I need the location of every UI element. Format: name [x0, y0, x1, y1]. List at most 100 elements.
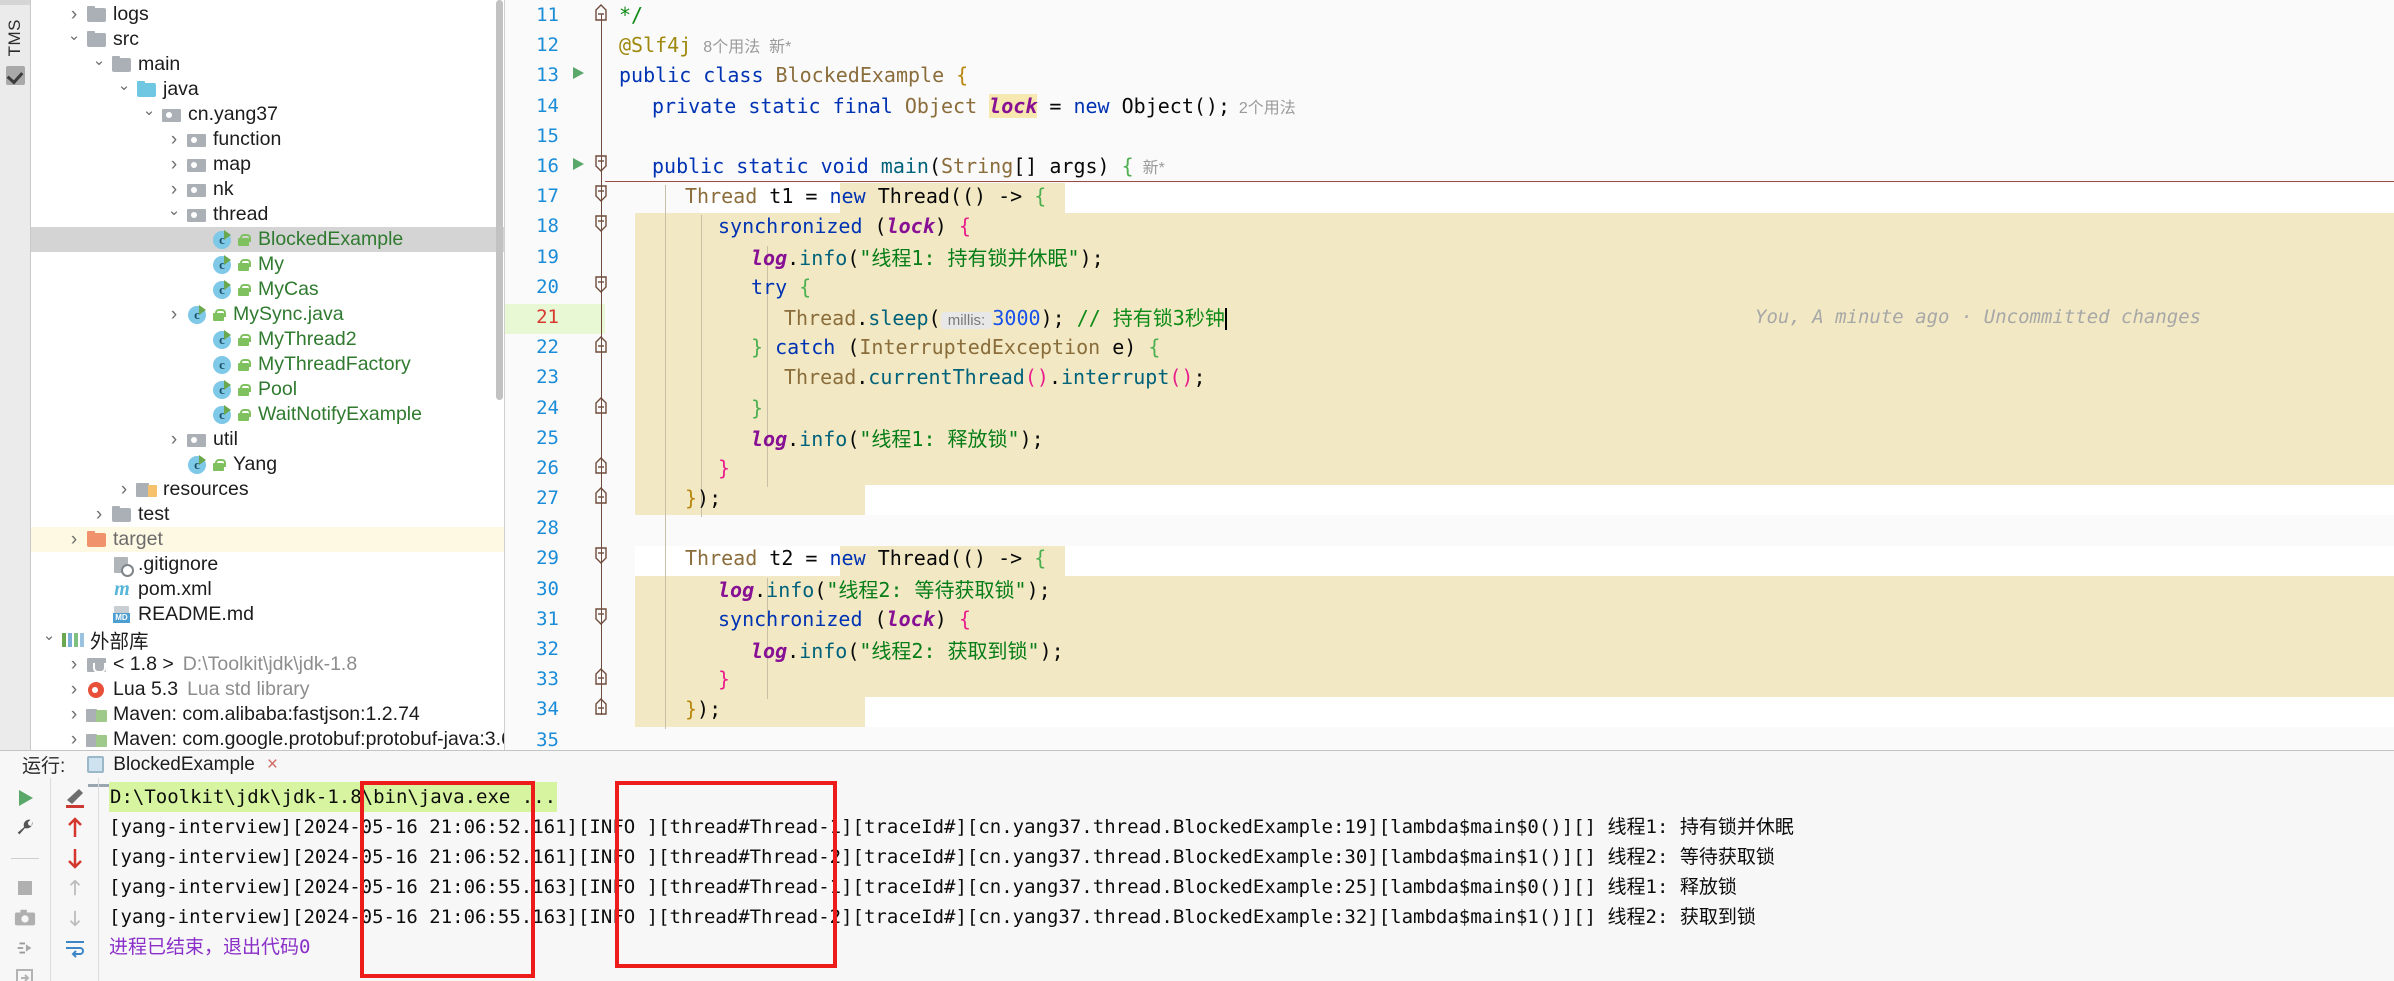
- wrench-icon[interactable]: [8, 813, 42, 843]
- chevron-down-icon[interactable]: [39, 632, 59, 647]
- code-token: {: [799, 274, 812, 299]
- tree-item-thread[interactable]: thread: [31, 202, 504, 227]
- tree-item--[interactable]: 外部库: [31, 627, 504, 653]
- thread-dump-icon[interactable]: [8, 933, 42, 963]
- run-toolbar-right[interactable]: [50, 778, 98, 981]
- tree-item-pool[interactable]: Pool: [31, 377, 504, 402]
- rerun-icon[interactable]: [8, 783, 42, 813]
- tree-item-test[interactable]: test: [31, 502, 504, 527]
- code-token: new: [1073, 93, 1122, 118]
- code-line-15[interactable]: 15: [505, 121, 2394, 151]
- code-token: log: [751, 246, 788, 271]
- checkbox-icon[interactable]: [5, 66, 25, 86]
- code-token: 3000: [992, 306, 1041, 331]
- chevron-right-icon[interactable]: [114, 480, 134, 499]
- line-number: 24: [536, 396, 559, 419]
- chevron-right-icon[interactable]: [64, 730, 84, 749]
- chevron-right-icon[interactable]: [64, 705, 84, 724]
- code-line-11[interactable]: 11 */: [505, 0, 2394, 30]
- code-line-35[interactable]: 35: [505, 725, 2394, 750]
- code-token: }: [718, 667, 731, 692]
- tree-item-src[interactable]: src: [31, 27, 504, 52]
- chevron-down-icon[interactable]: [89, 57, 109, 72]
- code-token: lock: [886, 214, 935, 239]
- code-line-13[interactable]: 13 public class BlockedExample {: [505, 60, 2394, 90]
- down-arrow-icon[interactable]: [58, 903, 92, 933]
- chevron-right-icon[interactable]: [64, 655, 84, 674]
- sidebar-tab-tms[interactable]: TMS: [5, 19, 25, 56]
- code-line-28[interactable]: 28: [505, 513, 2394, 543]
- gutter-run-icon[interactable]: [567, 65, 589, 85]
- tree-item-label: function: [213, 128, 282, 150]
- chevron-right-icon[interactable]: [64, 530, 84, 549]
- line-number: 31: [536, 607, 559, 630]
- scroll-down-icon[interactable]: [58, 843, 92, 873]
- tree-item-main[interactable]: main: [31, 52, 504, 77]
- scroll-up-icon[interactable]: [58, 813, 92, 843]
- tree-item-.gitignore[interactable]: .gitignore: [31, 552, 504, 577]
- export-icon[interactable]: [8, 963, 42, 981]
- tree-item-mycas[interactable]: MyCas: [31, 277, 504, 302]
- tree-item-maven-com.google.protobuf-protobuf-java-3.6.1[interactable]: Maven: com.google.protobuf:protobuf-java…: [31, 727, 504, 750]
- code-text: });: [613, 486, 721, 510]
- tree-item-cn.yang37[interactable]: cn.yang37: [31, 102, 504, 127]
- tree-item--1.8-[interactable]: < 1.8 > D:\Toolkit\jdk\jdk-1.8: [31, 652, 504, 677]
- tree-item-waitnotifyexample[interactable]: WaitNotifyExample: [31, 402, 504, 427]
- soft-wrap-icon[interactable]: [58, 933, 92, 963]
- chevron-right-icon[interactable]: [164, 155, 184, 174]
- tree-item-yang[interactable]: Yang: [31, 452, 504, 477]
- tree-item-maven-com.alibaba-fastjson-1.2.74[interactable]: Maven: com.alibaba:fastjson:1.2.74: [31, 702, 504, 727]
- chevron-right-icon[interactable]: [164, 305, 184, 324]
- chevron-down-icon[interactable]: [114, 82, 134, 97]
- tree-item-logs[interactable]: logs: [31, 2, 504, 27]
- chevron-right-icon[interactable]: [164, 430, 184, 449]
- tree-item-label: util: [213, 428, 238, 450]
- chevron-down-icon[interactable]: [139, 107, 159, 122]
- run-toolbar-left[interactable]: [0, 778, 50, 981]
- tree-item-mythreadfactory[interactable]: MyThreadFactory: [31, 352, 504, 377]
- chevron-right-icon[interactable]: [164, 180, 184, 199]
- chevron-right-icon[interactable]: [64, 680, 84, 699]
- tree-item-mysync.java[interactable]: MySync.java: [31, 302, 504, 327]
- code-line-16[interactable]: 16 public static void main(String[] args)…: [505, 151, 2394, 181]
- scrollbar-thumb[interactable]: [496, 0, 503, 400]
- code-editor[interactable]: 11 */ 12 @Slf4j 8个用法 新* 13 public class Block…: [505, 0, 2394, 750]
- tree-item-readme.md[interactable]: README.md: [31, 602, 504, 627]
- line-number: 33: [536, 668, 559, 691]
- tree-item-pom.xml[interactable]: m pom.xml: [31, 577, 504, 602]
- tree-item-lua-5.3[interactable]: Lua 5.3 Lua std library: [31, 677, 504, 702]
- tree-item-label: src: [113, 28, 139, 50]
- code-line-12[interactable]: 12 @Slf4j 8个用法 新*: [505, 30, 2394, 60]
- code-text: synchronized (lock) {: [613, 607, 971, 631]
- tree-item-function[interactable]: function: [31, 127, 504, 152]
- chevron-right-icon[interactable]: [164, 130, 184, 149]
- tree-item-nk[interactable]: nk: [31, 177, 504, 202]
- highlight-pen-icon[interactable]: [58, 783, 92, 813]
- chevron-down-icon[interactable]: [164, 207, 184, 222]
- code-text: }: [613, 396, 763, 420]
- stop-icon[interactable]: [8, 873, 42, 903]
- close-icon[interactable]: ×: [267, 754, 278, 776]
- chevron-right-icon[interactable]: [89, 505, 109, 524]
- folder-orange-icon: [86, 531, 108, 548]
- up-arrow-icon[interactable]: [58, 873, 92, 903]
- camera-icon[interactable]: [8, 903, 42, 933]
- tree-item-blockedexample[interactable]: BlockedExample: [31, 227, 504, 252]
- tree-item-target[interactable]: target: [31, 527, 504, 552]
- tree-item-my[interactable]: My: [31, 252, 504, 277]
- project-tree-scrollbar[interactable]: [495, 0, 504, 750]
- run-tab-blockedexample[interactable]: BlockedExample ×: [87, 754, 278, 776]
- chevron-right-icon[interactable]: [64, 5, 84, 24]
- chevron-down-icon[interactable]: [64, 32, 84, 47]
- gutter-run-icon[interactable]: [567, 156, 589, 176]
- project-tree[interactable]: logs src main java cn.yang37 function map nk thr…: [31, 0, 505, 750]
- code-line-14[interactable]: 14 private static final Object lock = new…: [505, 91, 2394, 121]
- line-number: 35: [536, 728, 559, 750]
- tree-item-java[interactable]: java: [31, 77, 504, 102]
- tree-item-resources[interactable]: resources: [31, 477, 504, 502]
- line-number: 29: [536, 547, 559, 570]
- tree-item-label: MyThread2: [258, 328, 357, 350]
- tree-item-util[interactable]: util: [31, 427, 504, 452]
- tree-item-mythread2[interactable]: MyThread2: [31, 327, 504, 352]
- tree-item-map[interactable]: map: [31, 152, 504, 177]
